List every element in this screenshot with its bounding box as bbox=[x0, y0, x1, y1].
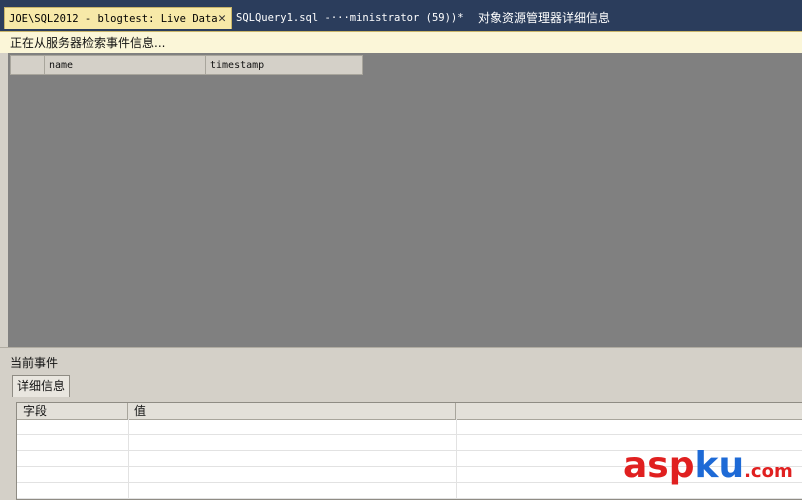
tab-details[interactable]: 详细信息 bbox=[12, 375, 71, 397]
tab-sqlquery-label: SQLQuery1.sql -···ministrator (59))* bbox=[236, 12, 464, 24]
info-bar: 正在从服务器检索事件信息... bbox=[0, 31, 802, 53]
table-row[interactable] bbox=[17, 419, 802, 435]
tab-live-data[interactable]: JOE\SQL2012 - blogtest: Live Data ✕ bbox=[4, 7, 232, 29]
details-column-field[interactable]: 字段 bbox=[17, 403, 128, 419]
column-divider bbox=[456, 419, 457, 499]
tab-live-data-label: JOE\SQL2012 - blogtest: Live Data bbox=[9, 13, 218, 25]
grid-column-name-label: name bbox=[49, 60, 74, 71]
current-event-title: 当前事件 bbox=[10, 356, 59, 370]
tab-object-explorer-label: 对象资源管理器详细信息 bbox=[478, 11, 611, 25]
grid-column-timestamp[interactable]: timestamp bbox=[206, 56, 362, 74]
document-tab-bar: JOE\SQL2012 - blogtest: Live Data ✕ SQLQ… bbox=[0, 0, 802, 31]
watermark-tagline: 免费网站源码下载站! bbox=[683, 486, 778, 497]
grid-column-name[interactable]: name bbox=[45, 56, 206, 74]
tab-sqlquery[interactable]: SQLQuery1.sql -···ministrator (59))* bbox=[236, 7, 464, 29]
grid-row-header-column[interactable] bbox=[11, 56, 45, 74]
details-column-value[interactable]: 值 bbox=[128, 403, 456, 419]
grid-header: name timestamp bbox=[10, 55, 363, 75]
grid-column-timestamp-label: timestamp bbox=[210, 60, 265, 71]
details-table-header: 字段 值 bbox=[17, 403, 802, 420]
live-data-grid[interactable] bbox=[0, 53, 802, 347]
close-icon[interactable]: ✕ bbox=[218, 8, 226, 30]
tab-object-explorer-details[interactable]: 对象资源管理器详细信息 bbox=[478, 7, 610, 29]
info-bar-text: 正在从服务器检索事件信息... bbox=[10, 36, 166, 50]
details-column-extra[interactable] bbox=[456, 403, 802, 419]
column-divider bbox=[128, 419, 129, 499]
watermark-logo: aspku.com 免费网站源码下载站! bbox=[623, 448, 798, 498]
